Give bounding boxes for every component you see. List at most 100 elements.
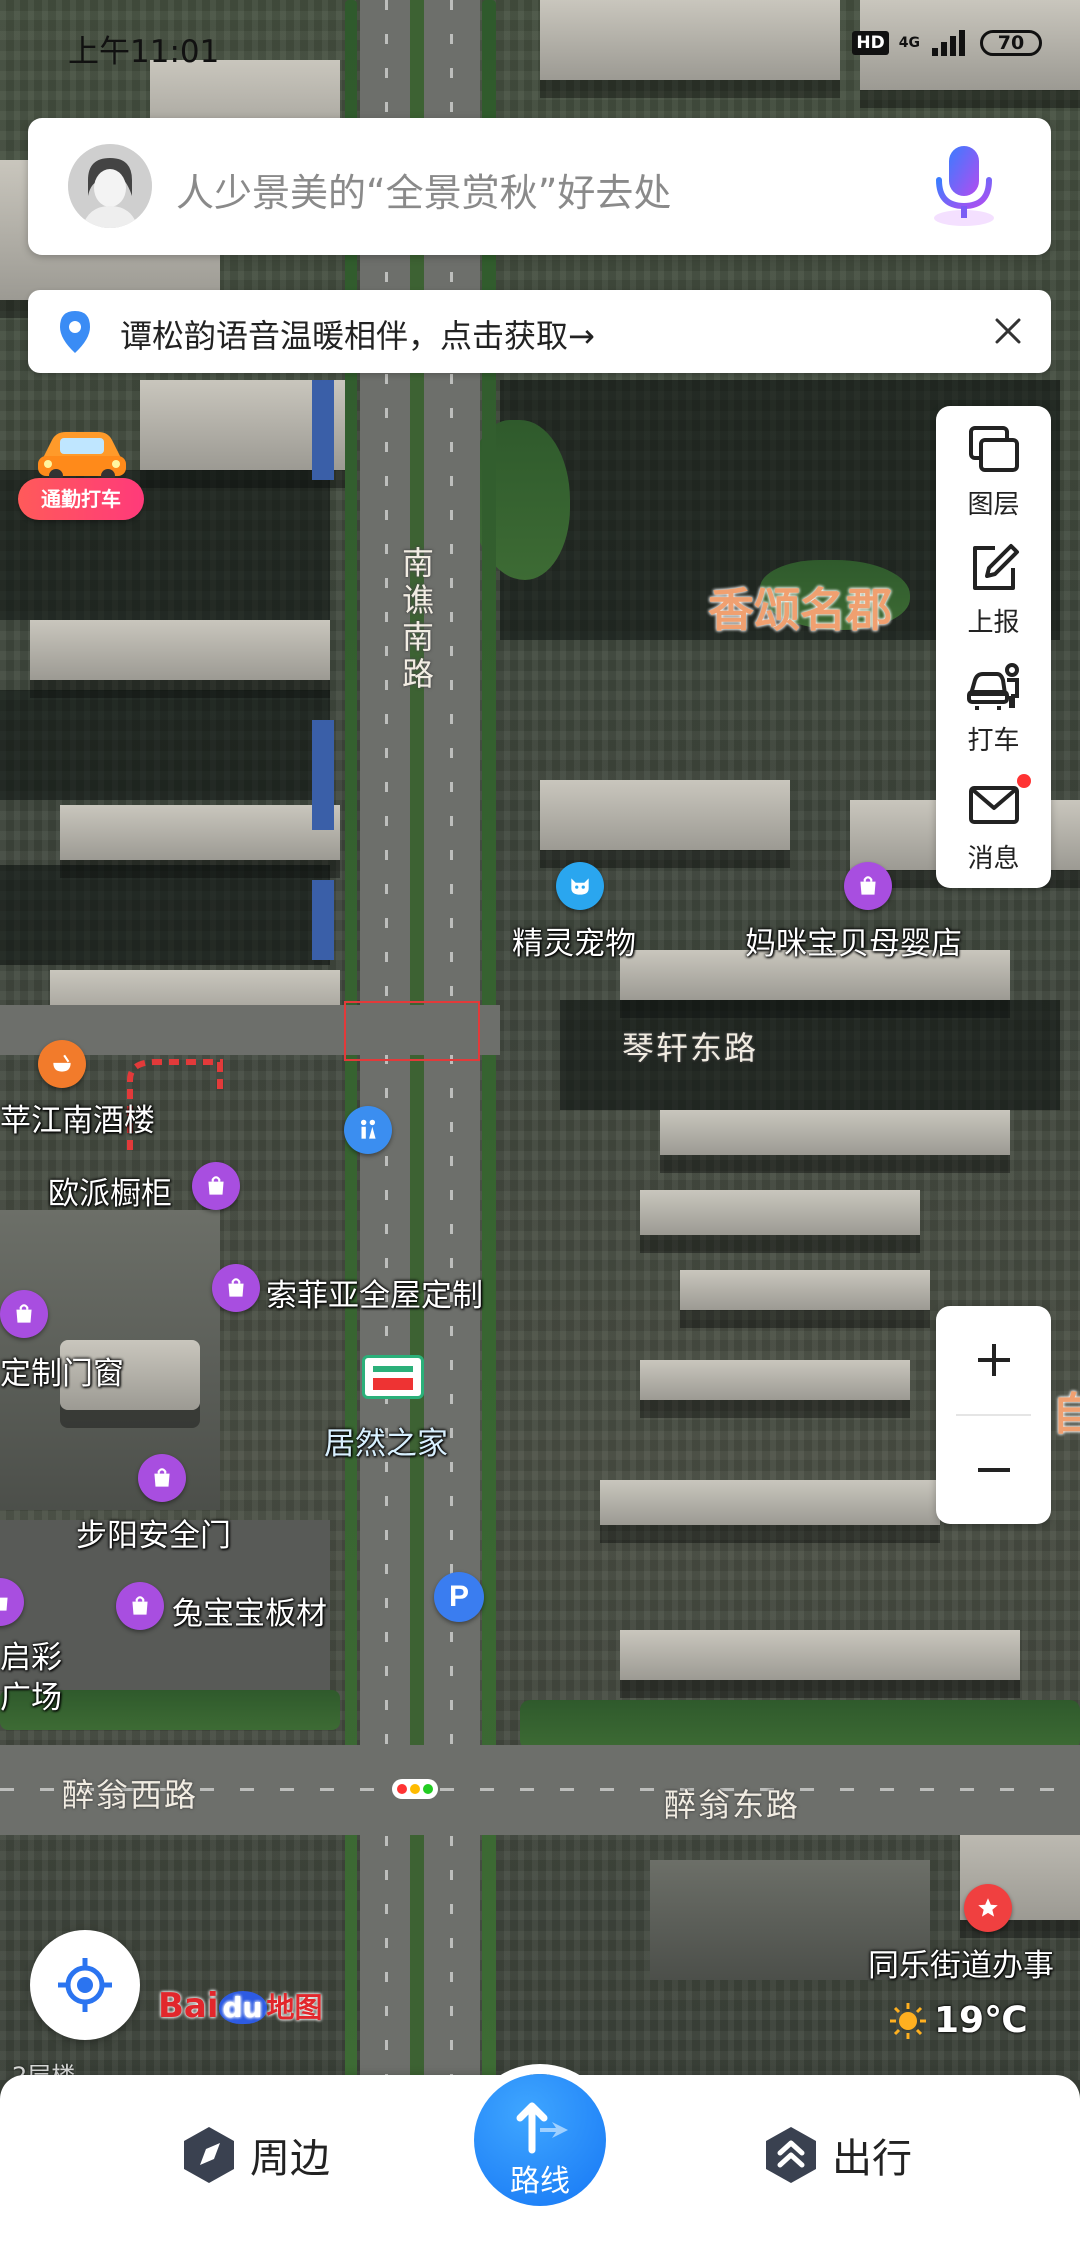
poi-label-pet[interactable]: 精灵宠物	[512, 918, 636, 963]
weather-temperature: 19℃	[934, 2000, 1028, 2041]
locate-icon	[58, 1958, 112, 2012]
road-label-nanqiao: 南谯南路	[401, 544, 434, 693]
layers-label: 图层	[967, 490, 1020, 520]
messages-label: 消息	[967, 844, 1020, 874]
taxi-icon	[966, 663, 1019, 710]
nav-nearby-label: 周边	[250, 2136, 330, 2182]
zoom-out-button[interactable]	[936, 1416, 1051, 1524]
poi-label-plaza-2[interactable]: 广场	[0, 1672, 62, 1717]
building	[600, 1480, 940, 1525]
messages-button[interactable]: 消息	[936, 764, 1051, 882]
building	[30, 620, 330, 680]
battery-level: 70	[997, 32, 1025, 54]
traffic-light-icon[interactable]	[392, 1779, 438, 1799]
report-button[interactable]: 上报	[936, 528, 1051, 646]
shop-poi-icon[interactable]	[212, 1264, 260, 1312]
user-avatar-icon	[68, 144, 152, 228]
route-label: 路线	[510, 2164, 570, 2199]
green-belt	[520, 1700, 1080, 1750]
poi-label-cabinet[interactable]: 欧派橱柜	[48, 1168, 172, 1213]
building	[640, 1360, 910, 1400]
commute-taxi-promo[interactable]: 通勤打车	[18, 420, 144, 520]
blue-roof	[312, 380, 334, 480]
blue-roof	[312, 880, 334, 960]
network-type: 4G	[898, 34, 920, 51]
nav-nearby[interactable]: 周边	[182, 2125, 330, 2185]
report-label: 上报	[967, 608, 1020, 638]
notice-text[interactable]: 谭松韵语音温暖相伴，点击获取→	[120, 311, 595, 357]
shop-poi-icon[interactable]	[844, 862, 892, 910]
status-bar: 上午11:01 HD 4G 70	[0, 0, 1080, 90]
taxi-label: 打车	[967, 726, 1020, 756]
notice-banner[interactable]: 谭松韵语音温暖相伴，点击获取→	[28, 290, 1051, 373]
travel-icon	[766, 2127, 816, 2183]
route-button[interactable]: 路线	[474, 2064, 606, 2206]
logo-text: Bai	[158, 1986, 219, 2026]
building	[620, 1630, 1020, 1680]
shadow	[0, 690, 330, 800]
battery-icon: 70	[980, 30, 1042, 56]
building	[660, 1110, 1010, 1155]
shop-poi-icon[interactable]	[138, 1454, 186, 1502]
blue-roof	[312, 720, 334, 830]
layers-button[interactable]: 图层	[936, 410, 1051, 528]
poi-label-custom[interactable]: 索菲亚全屋定制	[266, 1270, 483, 1315]
selected-area-box	[344, 1001, 480, 1061]
zoom-control	[936, 1306, 1051, 1524]
furniture-mall-poi-icon[interactable]	[362, 1355, 424, 1399]
map-app-screen: 南谯南路 琴轩东路 醉翁西路 醉翁东路 香颂名郡 精灵宠物 妈咪宝贝母婴店 苹江…	[0, 0, 1080, 2244]
logo-map: 地图	[266, 1991, 323, 2024]
shop-poi-icon[interactable]	[192, 1162, 240, 1210]
layers-icon	[968, 426, 1019, 472]
baidu-map-logo: Bai du 地图	[158, 1986, 323, 2026]
signal-icon	[932, 30, 965, 56]
restroom-poi-icon[interactable]	[344, 1106, 392, 1154]
shop-poi-icon[interactable]	[0, 1290, 48, 1338]
compass-icon	[184, 2127, 234, 2183]
nav-travel-label: 出行	[832, 2136, 912, 2182]
poi-label-restaurant[interactable]: 苹江南酒楼	[0, 1095, 155, 1140]
close-icon[interactable]	[987, 310, 1029, 352]
poi-label-board[interactable]: 兔宝宝板材	[172, 1588, 327, 1633]
poi-label-office[interactable]: 同乐街道办事	[868, 1940, 1054, 1985]
avatar[interactable]	[68, 144, 152, 228]
route-arrow-icon	[516, 2102, 568, 2154]
status-time: 上午11:01	[68, 34, 220, 70]
sun-icon	[890, 2002, 926, 2039]
road-label-qinxuan: 琴轩东路	[622, 1029, 759, 1067]
building	[640, 1190, 920, 1235]
nav-travel[interactable]: 出行	[764, 2125, 912, 2185]
car-icon	[38, 432, 126, 483]
search-bar[interactable]: 人少景美的“全景赏秋”好去处	[28, 118, 1051, 255]
zoom-in-button[interactable]	[936, 1306, 1051, 1414]
building	[680, 1270, 930, 1310]
building	[540, 780, 790, 850]
location-pin-icon	[60, 311, 90, 353]
unread-dot	[1017, 774, 1031, 788]
weather-widget[interactable]: 19℃	[888, 2000, 1028, 2041]
shadow	[0, 865, 330, 965]
taxi-button[interactable]: 打车	[936, 646, 1051, 764]
restaurant-poi-icon[interactable]	[38, 1040, 86, 1088]
pet-shop-poi-icon[interactable]	[556, 862, 604, 910]
logo-paw: du	[218, 1991, 267, 2024]
poi-label-door[interactable]: 步阳安全门	[76, 1510, 231, 1555]
locate-me-button[interactable]	[30, 1930, 140, 2040]
poi-label-baby[interactable]: 妈咪宝贝母婴店	[745, 918, 962, 963]
road-label-zuiweng-east: 醉翁东路	[664, 1786, 801, 1824]
plus-icon	[977, 1344, 1010, 1376]
promo-badge[interactable]: 通勤打车	[18, 478, 144, 520]
area-label[interactable]: 香颂名郡	[708, 574, 892, 640]
parking-poi-icon[interactable]: P	[434, 1572, 484, 1622]
shop-poi-icon[interactable]	[116, 1582, 164, 1630]
poi-label-jurz[interactable]: 居然之家	[324, 1418, 448, 1463]
microphone-icon[interactable]	[923, 140, 1005, 236]
poi-label-plaza-1[interactable]: 启彩	[0, 1632, 62, 1677]
government-poi-icon[interactable]	[964, 1884, 1012, 1932]
building	[60, 805, 340, 860]
poi-label-window[interactable]: 定制门窗	[0, 1348, 124, 1393]
mail-icon	[968, 786, 1019, 824]
edit-report-icon	[972, 544, 1019, 590]
road-label-zuiweng-west: 醉翁西路	[62, 1776, 199, 1814]
search-input[interactable]: 人少景美的“全景赏秋”好去处	[176, 162, 671, 217]
